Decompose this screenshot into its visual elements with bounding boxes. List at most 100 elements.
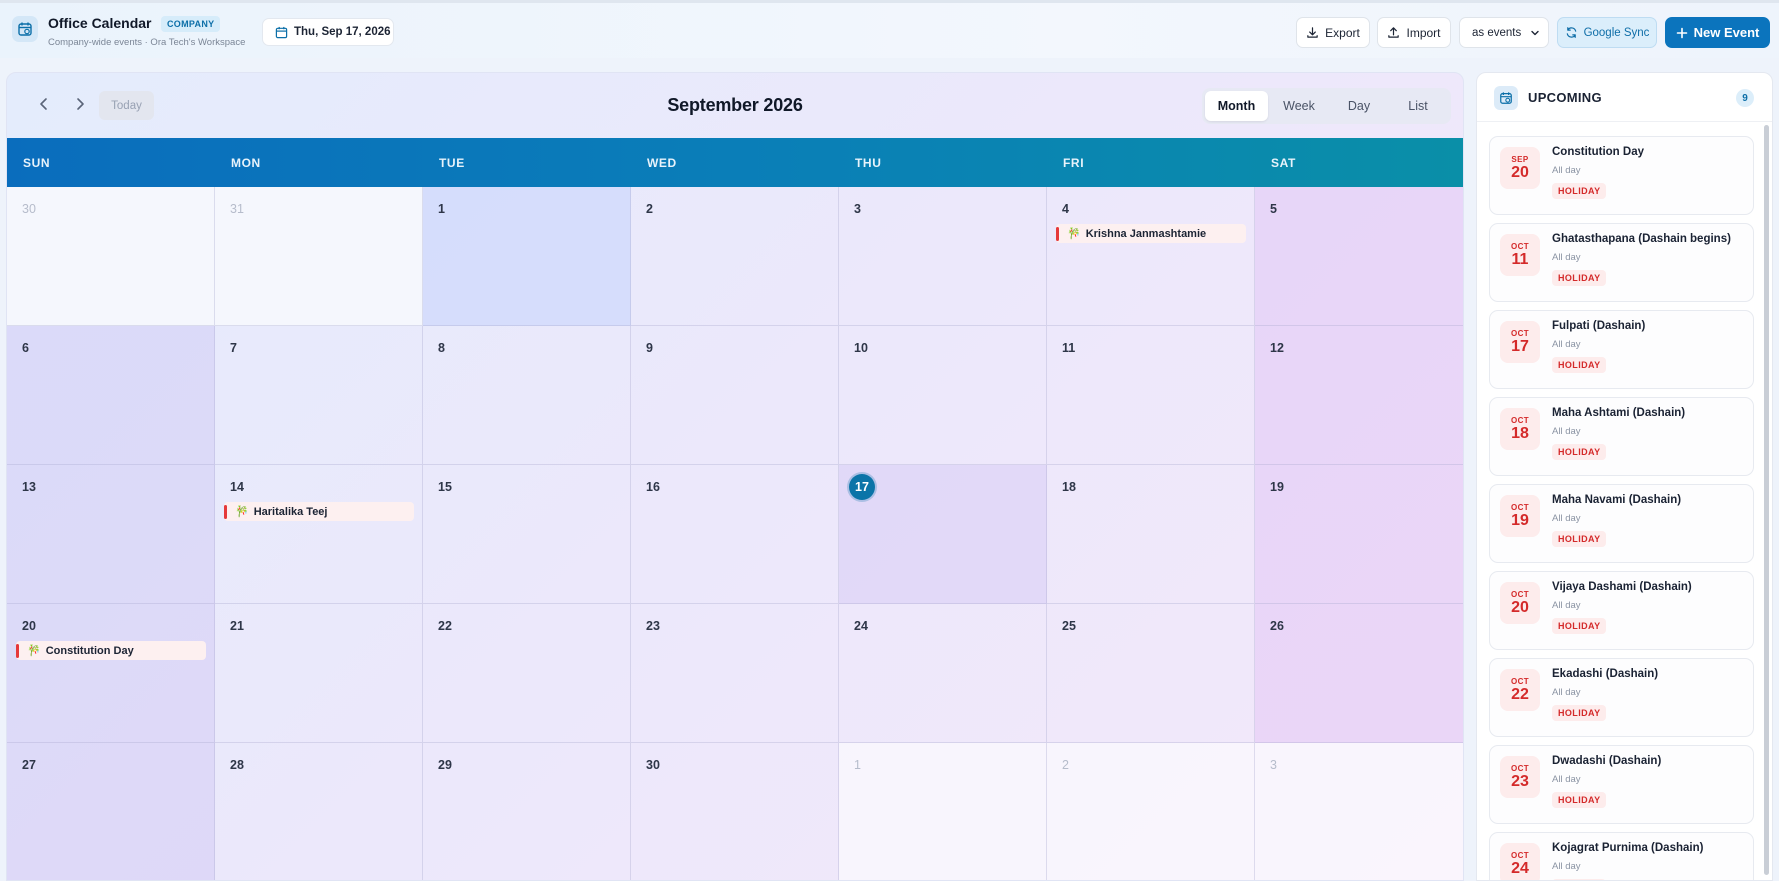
day-cell[interactable]: 31 — [215, 187, 423, 326]
event-date-box: OCT 18 — [1500, 408, 1540, 450]
upcoming-event-card[interactable]: SEP 20 Constitution Day All day HOLIDAY — [1489, 136, 1754, 215]
event-day: 24 — [1511, 860, 1529, 877]
day-cell[interactable]: 1 — [423, 187, 631, 326]
upcoming-event-card[interactable]: OCT 17 Fulpati (Dashain) All day HOLIDAY — [1489, 310, 1754, 389]
sync-icon — [1566, 27, 1576, 38]
new-event-button[interactable]: New Event — [1665, 17, 1770, 48]
holiday-icon: 🎋 — [1067, 228, 1081, 240]
day-number: 24 — [854, 619, 868, 633]
google-sync-label: Google Sync — [1583, 26, 1650, 39]
day-cell[interactable]: 16 — [631, 465, 839, 604]
day-cell[interactable]: 3 — [1255, 743, 1463, 880]
day-cell[interactable]: 18 — [1047, 465, 1255, 604]
day-cell[interactable]: 13 — [7, 465, 215, 604]
day-number: 2 — [1062, 758, 1069, 772]
upcoming-event-card[interactable]: OCT 11 Ghatasthapana (Dashain begins) Al… — [1489, 223, 1754, 302]
weekday-label: SAT — [1271, 155, 1296, 170]
event-chip[interactable]: 🎋 Constitution Day — [16, 641, 206, 660]
upcoming-event-card[interactable]: OCT 19 Maha Navami (Dashain) All day HOL… — [1489, 484, 1754, 563]
export-label: Export — [1325, 25, 1360, 40]
day-number: 3 — [854, 202, 861, 216]
company-badge: COMPANY — [161, 16, 221, 32]
event-name: Vijaya Dashami (Dashain) — [1552, 581, 1692, 593]
day-cell[interactable]: 12 — [1255, 326, 1463, 465]
weekday-label: MON — [231, 155, 261, 170]
app-title: Office Calendar — [48, 15, 152, 31]
holiday-icon: 🎋 — [235, 506, 249, 518]
current-date-chip[interactable]: Thu, Sep 17, 2026 — [262, 18, 394, 46]
google-sync-button[interactable]: Google Sync — [1557, 17, 1657, 48]
day-cell-today[interactable]: 17 — [839, 465, 1047, 604]
day-cell[interactable]: 2 — [631, 187, 839, 326]
upcoming-event-card[interactable]: OCT 20 Vijaya Dashami (Dashain) All day … — [1489, 571, 1754, 650]
view-week-button[interactable]: Week — [1268, 91, 1330, 121]
upcoming-panel: UPCOMING 9 SEP 20 Constitution Day All d… — [1476, 72, 1773, 881]
weekday-header: SUN MON TUE WED THU FRI SAT — [7, 138, 1463, 187]
day-cell[interactable]: 27 — [7, 743, 215, 880]
import-button[interactable]: Import — [1377, 17, 1451, 48]
day-cell[interactable]: 29 — [423, 743, 631, 880]
event-time: All day — [1552, 165, 1581, 176]
day-cell[interactable]: 10 — [839, 326, 1047, 465]
event-date-box: OCT 11 — [1500, 234, 1540, 276]
event-date-box: SEP 20 — [1500, 147, 1540, 189]
day-cell[interactable]: 15 — [423, 465, 631, 604]
display-mode-select[interactable]: as events — [1459, 17, 1549, 48]
upcoming-event-card[interactable]: OCT 23 Dwadashi (Dashain) All day HOLIDA… — [1489, 745, 1754, 824]
day-cell[interactable]: 19 — [1255, 465, 1463, 604]
day-cell[interactable]: 30 — [7, 187, 215, 326]
day-cell[interactable]: 30 — [631, 743, 839, 880]
event-name: Maha Navami (Dashain) — [1552, 494, 1682, 506]
export-button[interactable]: Export — [1296, 17, 1370, 48]
day-number: 5 — [1270, 202, 1277, 216]
day-cell[interactable]: 1 — [839, 743, 1047, 880]
new-event-label: New Event — [1693, 25, 1760, 40]
day-cell[interactable]: 25 — [1047, 604, 1255, 743]
day-number: 30 — [22, 202, 36, 216]
event-chip[interactable]: 🎋 Krishna Janmashtamie — [1056, 224, 1246, 243]
upcoming-scrollbar[interactable] — [1764, 125, 1769, 875]
day-number: 8 — [438, 341, 445, 355]
day-cell[interactable]: 28 — [215, 743, 423, 880]
event-chip[interactable]: 🎋 Haritalika Teej — [224, 502, 414, 521]
event-day: 11 — [1511, 251, 1529, 268]
day-cell[interactable]: 5 — [1255, 187, 1463, 326]
holiday-tag: HOLIDAY — [1552, 618, 1607, 634]
day-cell[interactable]: 26 — [1255, 604, 1463, 743]
event-title: Haritalika Teej — [253, 505, 328, 518]
view-switcher: Month Week Day List — [1202, 88, 1451, 124]
day-number: 18 — [1062, 480, 1076, 494]
view-day-button[interactable]: Day — [1330, 91, 1388, 121]
event-month: OCT — [1510, 764, 1530, 773]
day-cell[interactable]: 11 — [1047, 326, 1255, 465]
day-cell[interactable]: 2 — [1047, 743, 1255, 880]
holiday-tag: HOLIDAY — [1552, 270, 1607, 286]
view-list-button[interactable]: List — [1388, 91, 1448, 121]
day-cell[interactable]: 21 — [215, 604, 423, 743]
event-name: Dwadashi (Dashain) — [1552, 755, 1662, 767]
day-cell[interactable]: 8 — [423, 326, 631, 465]
holiday-tag: HOLIDAY — [1552, 357, 1607, 373]
app-subtitle: Company-wide events · Ora Tech's Workspa… — [48, 37, 246, 48]
upcoming-event-card[interactable]: OCT 18 Maha Ashtami (Dashain) All day HO… — [1489, 397, 1754, 476]
day-number: 21 — [230, 619, 244, 633]
day-cell[interactable]: 3 — [839, 187, 1047, 326]
view-month-button[interactable]: Month — [1205, 91, 1268, 121]
upcoming-event-card[interactable]: OCT 24 Kojagrat Purnima (Dashain) All da… — [1489, 832, 1754, 880]
event-date-box: OCT 22 — [1500, 669, 1540, 711]
day-cell[interactable]: 22 — [423, 604, 631, 743]
day-cell[interactable]: 24 — [839, 604, 1047, 743]
day-cell[interactable]: 6 — [7, 326, 215, 465]
event-date-box: OCT 23 — [1500, 756, 1540, 798]
day-cell[interactable]: 9 — [631, 326, 839, 465]
day-number: 19 — [1270, 480, 1284, 494]
chevron-down-icon — [1531, 30, 1539, 35]
day-cell[interactable]: 23 — [631, 604, 839, 743]
upcoming-event-card[interactable]: OCT 22 Ekadashi (Dashain) All day HOLIDA… — [1489, 658, 1754, 737]
day-number: 30 — [646, 758, 660, 772]
day-cell[interactable]: 14 🎋 Haritalika Teej — [215, 465, 423, 604]
event-day: 19 — [1511, 512, 1529, 529]
day-cell[interactable]: 20 🎋 Constitution Day — [7, 604, 215, 743]
day-cell[interactable]: 4 🎋 Krishna Janmashtamie — [1047, 187, 1255, 326]
day-cell[interactable]: 7 — [215, 326, 423, 465]
